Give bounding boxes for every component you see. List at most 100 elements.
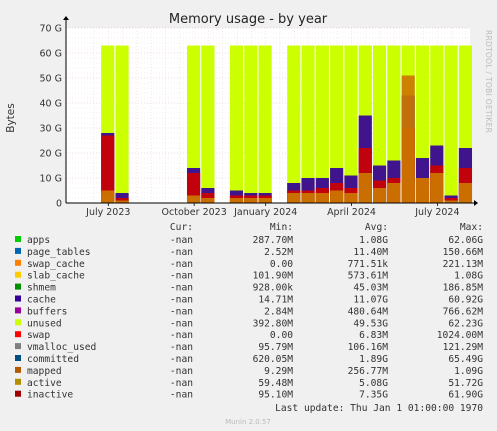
bar-active [201,198,215,203]
legend-value: 766.62M [443,306,484,317]
bar-unused [444,45,458,203]
legend-value: 928.00k [253,283,294,294]
legend-header-3: Max: [460,222,483,233]
legend-value: 9.29M [264,366,293,377]
legend-value: 0.00 [270,330,293,341]
plot-area [63,16,478,206]
x-tick-label: July 2023 [85,207,130,218]
legend-value: 1024.00M [437,330,483,341]
bar-active [315,193,329,203]
legend-value: 62.06G [448,235,483,246]
legend-swatch [15,331,21,338]
legend-name: buffers [27,306,67,317]
legend-name: swap [27,330,50,341]
legend-row-committed: committed -nan 620.05M 1.89G 65.49G [15,354,483,365]
legend-value: 771.51k [348,259,389,270]
legend-value: -nan [170,318,193,329]
legend-name: swap_cache [27,259,85,270]
legend-value: -nan [170,390,193,401]
bar-active [358,173,372,203]
legend-value: 101.90M [253,271,294,282]
legend-value: -nan [170,235,193,246]
legend-value: -nan [170,354,193,365]
legend-swatch [15,271,21,278]
bar-active [258,198,272,203]
legend-value: -nan [170,342,193,353]
legend-value: 11.07G [353,295,388,306]
y-axis-ticks: 0 10 G 20 G 30 G 40 G 50 G 60 G 70 G [40,24,62,210]
legend-row-cache: cache -nan 14.71M 11.07G 60.92G [15,295,483,306]
bar-active [401,75,415,203]
legend-name: page_tables [27,247,91,258]
y-tick-label: 60 G [40,49,62,60]
legend-row-shmem: shmem -nan 928.00k 45.03M 186.85M [15,283,483,294]
legend-value: 5.08G [359,378,388,389]
legend-swatch [15,283,21,290]
legend-value: 95.79M [258,342,293,353]
legend-name: apps [27,235,50,246]
y-tick-label: 50 G [40,74,62,85]
legend-value: 150.66M [443,247,484,258]
legend-row-mapped: mapped -nan 9.29M 256.77M 1.09G [15,366,483,377]
legend-value: 51.72G [448,378,483,389]
legend-row-active: active -nan 59.48M 5.08G 51.72G [15,378,483,389]
legend-name: committed [27,354,79,365]
y-tick-label: 0 [56,199,62,210]
legend-value: 2.52M [264,247,293,258]
legend-row-vmalloc_used: vmalloc_used -nan 95.79M 106.16M 121.29M [15,342,483,353]
y-axis-arrow [63,16,69,20]
legend-swatch [15,343,21,350]
legend-value: 65.49G [448,354,483,365]
legend-value: 1.89G [359,354,388,365]
legend-value: 95.10M [258,390,293,401]
bar-unused [258,45,272,203]
bar-active [430,173,444,203]
x-axis-arrow [474,200,478,206]
legend-value: -nan [170,330,193,341]
legend-swatch [15,355,21,361]
legend-value: -nan [170,306,193,317]
bar-active [101,190,115,203]
legend-value: 106.16M [348,342,389,353]
legend-value: 392.80M [253,318,294,329]
legend-value: -nan [170,366,193,377]
legend-value: -nan [170,378,193,389]
legend-swatch [15,378,21,385]
y-tick-label: 10 G [40,174,62,185]
memory-chart: Memory usage - by year Bytes RRDTOOL / T… [5,12,493,426]
legend-value: 6.83M [359,330,388,341]
legend-swatch [15,307,21,314]
legend-value: -nan [170,295,193,306]
bar-active [387,183,401,203]
bar-unused [287,45,301,203]
y-tick-label: 30 G [40,124,62,135]
legend-value: 1.08G [359,235,388,246]
legend-value: -nan [170,283,193,294]
legend-value: 1.09G [454,366,483,377]
legend-value: 186.85M [443,283,484,294]
legend-value: 62.23G [448,318,483,329]
legend-swatch [15,247,21,254]
legend-value: 49.53G [353,318,388,329]
legend-name: mapped [27,366,62,377]
bar-active [287,193,301,203]
legend-row-buffers: buffers -nan 2.84M 480.64M 766.62M [15,306,483,317]
legend-value: 480.64M [348,306,389,317]
legend-header-1: Min: [270,222,293,233]
x-tick-label: July 2024 [414,207,459,218]
legend-header-2: Avg: [365,222,388,233]
legend-value: 0.00 [270,259,293,270]
legend-value: 2.84M [264,306,293,317]
legend-swatch [15,366,21,373]
bar-active [373,188,387,203]
legend-row-apps: apps -nan 287.70M 1.08G 62.06G [15,235,483,246]
x-tick-label: April 2024 [327,207,376,218]
legend-name: shmem [27,283,56,294]
legend-swatch [15,259,21,266]
x-tick-label: January 2024 [233,207,297,218]
bar-active [344,193,358,203]
y-tick-label: 40 G [40,99,62,110]
y-tick-label: 20 G [40,149,62,160]
legend-value: 11.40M [353,247,388,258]
legend-value: 573.61M [348,271,389,282]
